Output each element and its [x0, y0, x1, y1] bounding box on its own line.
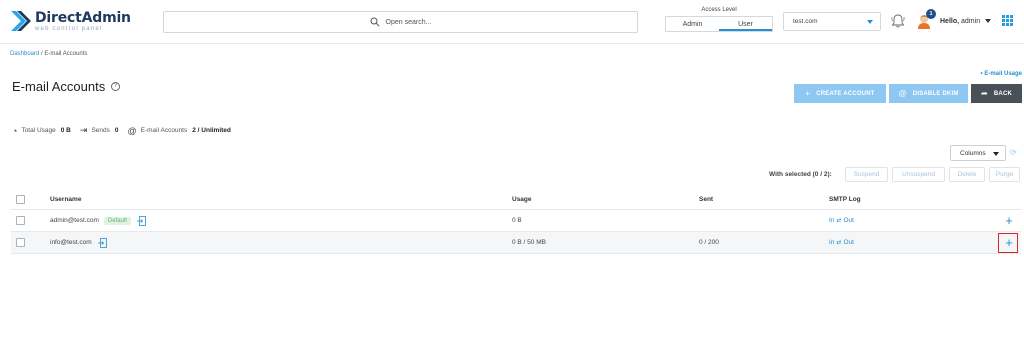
- accounts-label: E-mail Accounts: [140, 127, 188, 134]
- domain-select-value: test.com: [793, 18, 818, 25]
- row-checkbox[interactable]: [16, 238, 25, 247]
- user-greeting[interactable]: Hello, admin: [940, 18, 980, 25]
- default-badge: Default: [103, 216, 131, 225]
- column-usage[interactable]: Usage: [512, 190, 532, 209]
- logo-subtitle: web control panel: [35, 25, 103, 32]
- at-sign-icon: @: [898, 89, 907, 98]
- forward-arrow-icon: ➦: [980, 89, 988, 98]
- bell-icon[interactable]: [891, 13, 905, 29]
- username-cell: info@test.com: [50, 239, 92, 246]
- table-row: admin@test.com Default 0 B In ⇄ Out +: [11, 210, 1021, 232]
- back-button[interactable]: ➦ BACK: [971, 84, 1022, 103]
- swap-arrows-icon: ⇄: [836, 218, 842, 224]
- disable-dkim-label: DISABLE DKIM: [912, 90, 959, 97]
- suspend-button[interactable]: Suspend: [845, 167, 888, 182]
- search-input[interactable]: Open search...: [163, 11, 638, 33]
- refresh-icon[interactable]: ⟳: [1010, 148, 1017, 157]
- select-all-checkbox[interactable]: [16, 195, 25, 204]
- logo-title: DirectAdmin: [35, 9, 131, 26]
- create-account-button[interactable]: + CREATE ACCOUNT: [794, 84, 886, 103]
- accounts-table: Username Usage Sent SMTP Log admin@test.…: [11, 190, 1021, 254]
- smtp-out-link[interactable]: Out: [843, 217, 853, 224]
- column-sent[interactable]: Sent: [699, 190, 713, 209]
- breadcrumb-current: E-mail Accounts: [44, 51, 88, 57]
- smtp-out-link[interactable]: Out: [843, 239, 853, 246]
- search-placeholder: Open search...: [385, 18, 432, 26]
- access-admin-option[interactable]: Admin: [666, 17, 719, 31]
- stats-bar: ◔ Total Usage 0 B ⇥ Sends 0 @ E-mail Acc…: [12, 125, 240, 136]
- column-smtp-log[interactable]: SMTP Log: [829, 190, 861, 209]
- expand-plus-icon[interactable]: +: [1005, 214, 1013, 227]
- sends-value: 0: [114, 127, 119, 134]
- sent-cell: 0 / 200: [699, 239, 719, 246]
- help-icon[interactable]: ?: [111, 82, 120, 91]
- unsuspend-button[interactable]: Unsuspend: [892, 167, 945, 182]
- user-menu-chevron-icon[interactable]: [985, 19, 991, 23]
- usage-cell: 0 B / 50 MB: [512, 239, 546, 246]
- top-header: DirectAdmin web control panel Open searc…: [0, 0, 1024, 44]
- row-checkbox[interactable]: [16, 216, 25, 225]
- search-icon: [370, 17, 380, 27]
- create-account-label: CREATE ACCOUNT: [816, 90, 875, 97]
- login-icon[interactable]: [97, 237, 107, 248]
- chevron-down-icon: [993, 152, 999, 156]
- greeting-prefix: Hello,: [940, 18, 960, 25]
- smtp-in-link[interactable]: In: [829, 239, 834, 246]
- column-username[interactable]: Username: [50, 190, 81, 209]
- columns-label: Columns: [960, 150, 986, 157]
- login-icon[interactable]: [136, 215, 146, 226]
- notification-badge: 1: [926, 9, 936, 19]
- access-level-switch: Access Level Admin User: [665, 7, 773, 32]
- columns-dropdown[interactable]: Columns: [950, 145, 1006, 161]
- logo[interactable]: DirectAdmin web control panel: [10, 9, 131, 33]
- plus-icon: +: [805, 89, 811, 98]
- accounts-value: 2 / Unlimited: [192, 127, 231, 134]
- username-cell: admin@test.com: [50, 217, 99, 224]
- total-usage-label: Total Usage: [21, 127, 56, 134]
- chevron-down-icon: [867, 20, 873, 24]
- username-label: admin: [961, 18, 981, 25]
- page-title: E-mail Accounts: [12, 79, 106, 94]
- breadcrumb: Dashboard / E-mail Accounts: [10, 51, 87, 57]
- sends-label: Sends: [91, 127, 110, 134]
- directadmin-logo-icon: [11, 11, 31, 31]
- apps-grid-icon[interactable]: [1002, 15, 1013, 26]
- smtp-in-link[interactable]: In: [829, 217, 834, 224]
- email-usage-link[interactable]: • E-mail Usage: [981, 71, 1022, 77]
- table-header: Username Usage Sent SMTP Log: [11, 190, 1021, 210]
- at-sign-icon: @: [127, 125, 137, 136]
- swap-arrows-icon: ⇄: [836, 240, 842, 246]
- purge-button[interactable]: Purge: [989, 167, 1020, 182]
- access-level-label: Access Level: [701, 7, 737, 13]
- domain-select[interactable]: test.com: [783, 12, 881, 31]
- delete-button[interactable]: Delete: [949, 167, 985, 182]
- back-label: BACK: [993, 90, 1013, 97]
- total-usage-value: 0 B: [60, 127, 71, 134]
- usage-cell: 0 B: [512, 217, 522, 224]
- access-user-option[interactable]: User: [719, 17, 772, 31]
- breadcrumb-dashboard-link[interactable]: Dashboard: [10, 51, 39, 57]
- table-row: info@test.com 0 B / 50 MB 0 / 200 In ⇄ O…: [11, 232, 1021, 254]
- highlight-box: [998, 233, 1018, 253]
- bulk-selection-label: With selected (0 / 2):: [769, 171, 832, 178]
- send-arrow-icon: ⇥: [79, 125, 88, 135]
- disable-dkim-button[interactable]: @ DISABLE DKIM: [889, 84, 968, 103]
- pie-chart-icon: ◔: [12, 125, 18, 136]
